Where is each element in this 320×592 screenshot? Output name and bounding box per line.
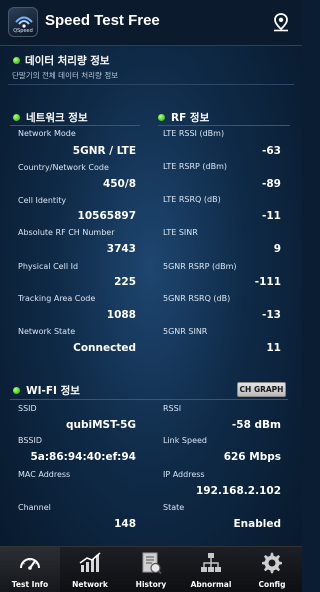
5gnr-rsrq-label: 5GNR RSRQ (dB) [163, 294, 231, 303]
lte-rssi-value: -63 [262, 145, 281, 157]
divider [8, 84, 294, 85]
5gnr-sinr-label: 5GNR SINR [163, 327, 208, 336]
ip-address-value: 192.168.2.102 [195, 485, 281, 497]
nav-item-history[interactable]: History [121, 547, 181, 592]
ssid-value: qubiMST-5G [65, 419, 136, 431]
data-section-description: 단말기의 전체 데이터 처리량 정보 [12, 71, 119, 80]
data-section-title: 데이터 처리량 정보 [25, 55, 110, 67]
nav-label-network: Network [72, 580, 108, 589]
network-topology-icon [201, 553, 221, 572]
physical-cell-id-value: 225 [114, 276, 136, 288]
tracking-area-code-value: 1088 [106, 309, 136, 321]
bar-chart-icon [79, 552, 101, 572]
mac-address-label: MAC Address [18, 470, 71, 479]
5gnr-rsrp-label: 5GNR RSRP (dBm) [163, 262, 237, 271]
app-logo: QSpeed [8, 7, 38, 37]
network-state-label: Network State [18, 327, 76, 336]
lte-rsrp-label: LTE RSRP (dBm) [163, 162, 228, 171]
section-bullet [158, 114, 165, 121]
nav-item-test-info[interactable]: Test Info [0, 547, 60, 592]
nav-item-abnormal[interactable]: Abnormal [181, 547, 241, 592]
state-label: State [163, 503, 185, 512]
lte-rsrp-value: -89 [262, 178, 281, 190]
nav-label-test-info: Test Info [11, 580, 49, 589]
state-value: Enabled [233, 518, 282, 530]
rf-section-title: RF 정보 [171, 112, 210, 124]
country-network-code-label: Country/Network Code [18, 163, 109, 172]
channel-value: 148 [114, 518, 136, 530]
channel-label: Channel [18, 503, 51, 512]
lte-rsrq-label: LTE RSRQ (dB) [163, 195, 221, 204]
5gnr-sinr-value: 11 [266, 342, 281, 354]
ch-graph-button[interactable]: CH GRAPH [237, 382, 286, 397]
arfcn-value: 3743 [106, 243, 136, 255]
logo-text: QSpeed [13, 28, 33, 34]
divider [10, 125, 140, 126]
5gnr-rsrq-value: -13 [262, 309, 281, 321]
lte-rssi-label: LTE RSSI (dBm) [163, 129, 225, 138]
wifi-section-title: WI-FI 정보 [26, 385, 80, 397]
nav-label-config: Config [258, 580, 286, 589]
tracking-area-code-label: Tracking Area Code [18, 294, 96, 303]
arfcn-label: Absolute RF CH Number [18, 228, 115, 237]
link-speed-value: 626 Mbps [223, 451, 281, 463]
cell-identity-value: 10565897 [77, 210, 136, 222]
rssi-value: -58 dBm [231, 419, 281, 431]
lte-sinr-value: 9 [273, 243, 281, 255]
cell-identity-label: Cell Identity [18, 196, 67, 205]
ip-address-label: IP Address [163, 470, 205, 479]
country-network-code-value: 450/8 [102, 178, 136, 190]
5gnr-rsrp-value: -111 [254, 276, 281, 288]
location-button[interactable] [270, 11, 292, 33]
bssid-label: BSSID [18, 436, 43, 445]
nav-label-history: History [135, 580, 167, 589]
bssid-value: 5a:86:94:40:ef:94 [30, 451, 136, 463]
lte-rsrq-value: -11 [262, 210, 281, 222]
nav-label-abnormal: Abnormal [190, 580, 232, 589]
rssi-label: RSSI [163, 404, 182, 413]
section-bullet [13, 114, 20, 121]
speed-test-app: QSpeed Speed Test Free 데이터 처리량 정보 단말기의 전… [0, 0, 302, 592]
network-mode-label: Network Mode [18, 129, 76, 138]
gear-icon [262, 552, 282, 574]
nav-item-network[interactable]: Network [60, 547, 120, 592]
network-section-title: 네트워크 정보 [26, 112, 88, 124]
network-mode-value: 5GNR / LTE [72, 145, 136, 157]
network-state-value: Connected [73, 342, 136, 354]
divider [10, 399, 288, 400]
ssid-label: SSID [18, 404, 37, 413]
section-bullet [13, 57, 20, 64]
link-speed-label: Link Speed [163, 436, 208, 445]
location-pin-icon [274, 13, 288, 32]
physical-cell-id-label: Physical Cell Id [18, 262, 79, 271]
speedometer-icon [20, 558, 40, 570]
wifi-logo-icon [15, 16, 33, 28]
history-document-icon [142, 552, 162, 575]
divider [158, 125, 290, 126]
section-bullet [13, 387, 20, 394]
app-header: QSpeed Speed Test Free [0, 0, 302, 46]
bottom-navigation: Test Info Network History Abnormal Confi… [0, 546, 302, 592]
nav-item-config[interactable]: Config [242, 547, 302, 592]
lte-sinr-label: LTE SINR [163, 228, 198, 237]
app-title: Speed Test Free [45, 12, 160, 29]
